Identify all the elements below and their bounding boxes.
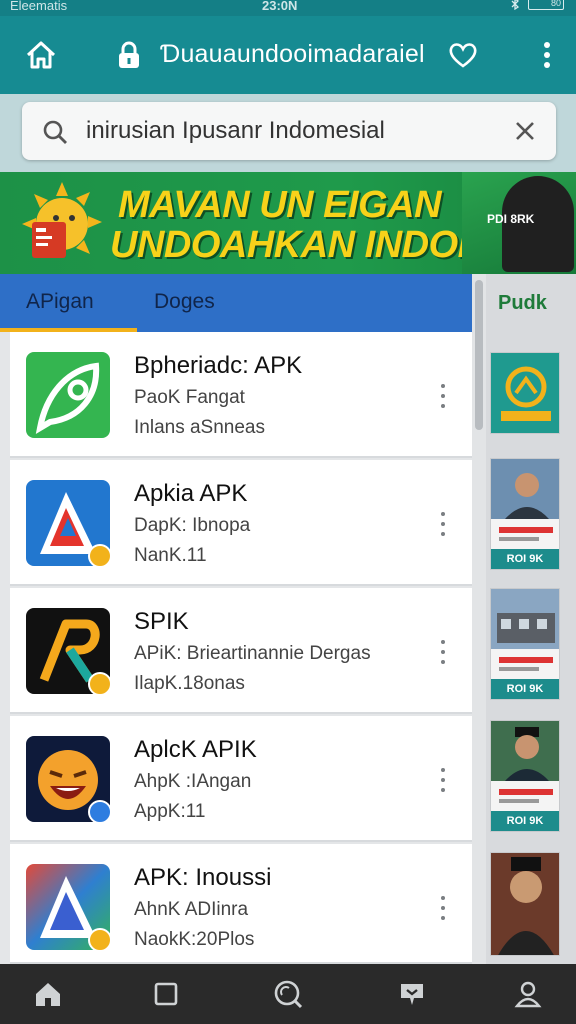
badge-icon (88, 672, 112, 696)
square-tabs-icon[interactable] (150, 978, 182, 1010)
leaf-icon (26, 352, 110, 438)
browser-toolbar: Ɗuauaundooimadaraiel (0, 16, 576, 94)
app-title: SPIK (134, 608, 189, 635)
battery-icon: 80 (528, 0, 564, 10)
search-icon (42, 119, 68, 150)
app-title: AplcK APIK (134, 736, 257, 763)
app-subtitle: DapK: Ibnopa (134, 515, 251, 536)
sun-mascot-icon (22, 182, 102, 258)
list-item[interactable]: SPIK APiK: Brieartinannie Dergas IlapK.1… (10, 588, 472, 714)
bluetooth-icon (511, 0, 520, 10)
app-subtitle: PaoK Fangat (134, 387, 245, 408)
side-card-strip: ROI 9K (491, 811, 559, 831)
app-subtitle: AhpK :IAngan (134, 771, 252, 792)
side-app-icon (501, 366, 551, 421)
item-menu-icon[interactable] (436, 640, 450, 664)
app-subtitle: APiK: Brieartinannie Dergas (134, 643, 371, 664)
app-title: APK: Inoussi (134, 864, 272, 891)
item-menu-icon[interactable] (436, 896, 450, 920)
side-news-card[interactable]: ROI 9K (490, 588, 560, 700)
badge-icon (88, 928, 112, 952)
side-card-strip: ROI 9K (491, 679, 559, 699)
status-time: 23:0N (262, 0, 298, 13)
carrier-label: Eleematis (10, 0, 68, 13)
home-icon[interactable] (22, 36, 60, 74)
list-item[interactable]: Bpheriadc: APK PaoK Fangat Inlans aSnnea… (10, 332, 472, 458)
list-item[interactable]: APK: Inoussi AhnK ADIinra NaokK:20Plos (10, 844, 472, 964)
item-menu-icon[interactable] (436, 512, 450, 536)
app-meta: IlapK.18onas (134, 673, 245, 694)
app-subtitle: AhnK ADIinra (134, 899, 249, 920)
status-icons: 80 (510, 0, 564, 10)
side-app-card[interactable] (490, 352, 560, 434)
person-photo-icon (491, 853, 559, 955)
search-area (0, 94, 576, 172)
tab-apigan[interactable]: APigan (26, 290, 94, 314)
banner-side-text: PDI 8RK (487, 212, 535, 226)
chat-icon[interactable] (396, 978, 428, 1010)
building-photo-icon (491, 589, 559, 671)
bottom-navigation (0, 964, 576, 1024)
side-news-card[interactable]: ROI 9K (490, 458, 560, 570)
tab-doges[interactable]: Doges (154, 290, 215, 314)
app-meta: NaokK:20Plos (134, 929, 255, 950)
category-tabs: APigan Doges (0, 274, 472, 332)
clear-search-icon[interactable] (514, 120, 536, 147)
side-panel-label[interactable]: Pudk (498, 292, 547, 315)
heart-icon[interactable] (444, 36, 482, 74)
person-photo-icon (491, 459, 559, 541)
scrollbar-thumb[interactable] (475, 280, 483, 430)
promo-banner[interactable]: MAVAN UN EIGAN UNDOAHKAN INDONESIA PDI 8… (0, 172, 576, 274)
app-meta: Inlans aSnneas (134, 417, 265, 438)
home-icon[interactable] (32, 978, 64, 1010)
person-photo-icon (491, 721, 559, 803)
app-title: Apkia APK (134, 480, 248, 507)
app-meta: AppK:11 (134, 801, 206, 822)
banner-headline-1: MAVAN UN EIGAN (118, 184, 442, 226)
side-news-card[interactable]: ROI 9K (490, 720, 560, 832)
lock-icon (110, 36, 148, 74)
more-menu-icon[interactable] (528, 36, 566, 74)
side-news-card[interactable] (490, 852, 560, 956)
item-menu-icon[interactable] (436, 768, 450, 792)
badge-icon (88, 544, 112, 568)
search-input[interactable] (86, 112, 506, 150)
app-meta: NanK.11 (134, 545, 207, 566)
item-menu-icon[interactable] (436, 384, 450, 408)
side-card-strip: ROI 9K (491, 549, 559, 569)
app-title: Bpheriadc: APK (134, 352, 303, 379)
profile-icon[interactable] (512, 978, 544, 1010)
search-box[interactable] (22, 102, 556, 160)
list-item[interactable]: AplcK APIK AhpK :IAngan AppK:11 (10, 716, 472, 842)
status-bar: Eleematis 23:0N 80 (0, 0, 576, 16)
url-bar[interactable]: Ɗuauaundooimadaraiel (160, 40, 425, 69)
search-icon[interactable] (272, 978, 304, 1010)
list-item[interactable]: Apkia APK DapK: Ibnopa NanK.11 (10, 460, 472, 586)
badge-icon (88, 800, 112, 824)
